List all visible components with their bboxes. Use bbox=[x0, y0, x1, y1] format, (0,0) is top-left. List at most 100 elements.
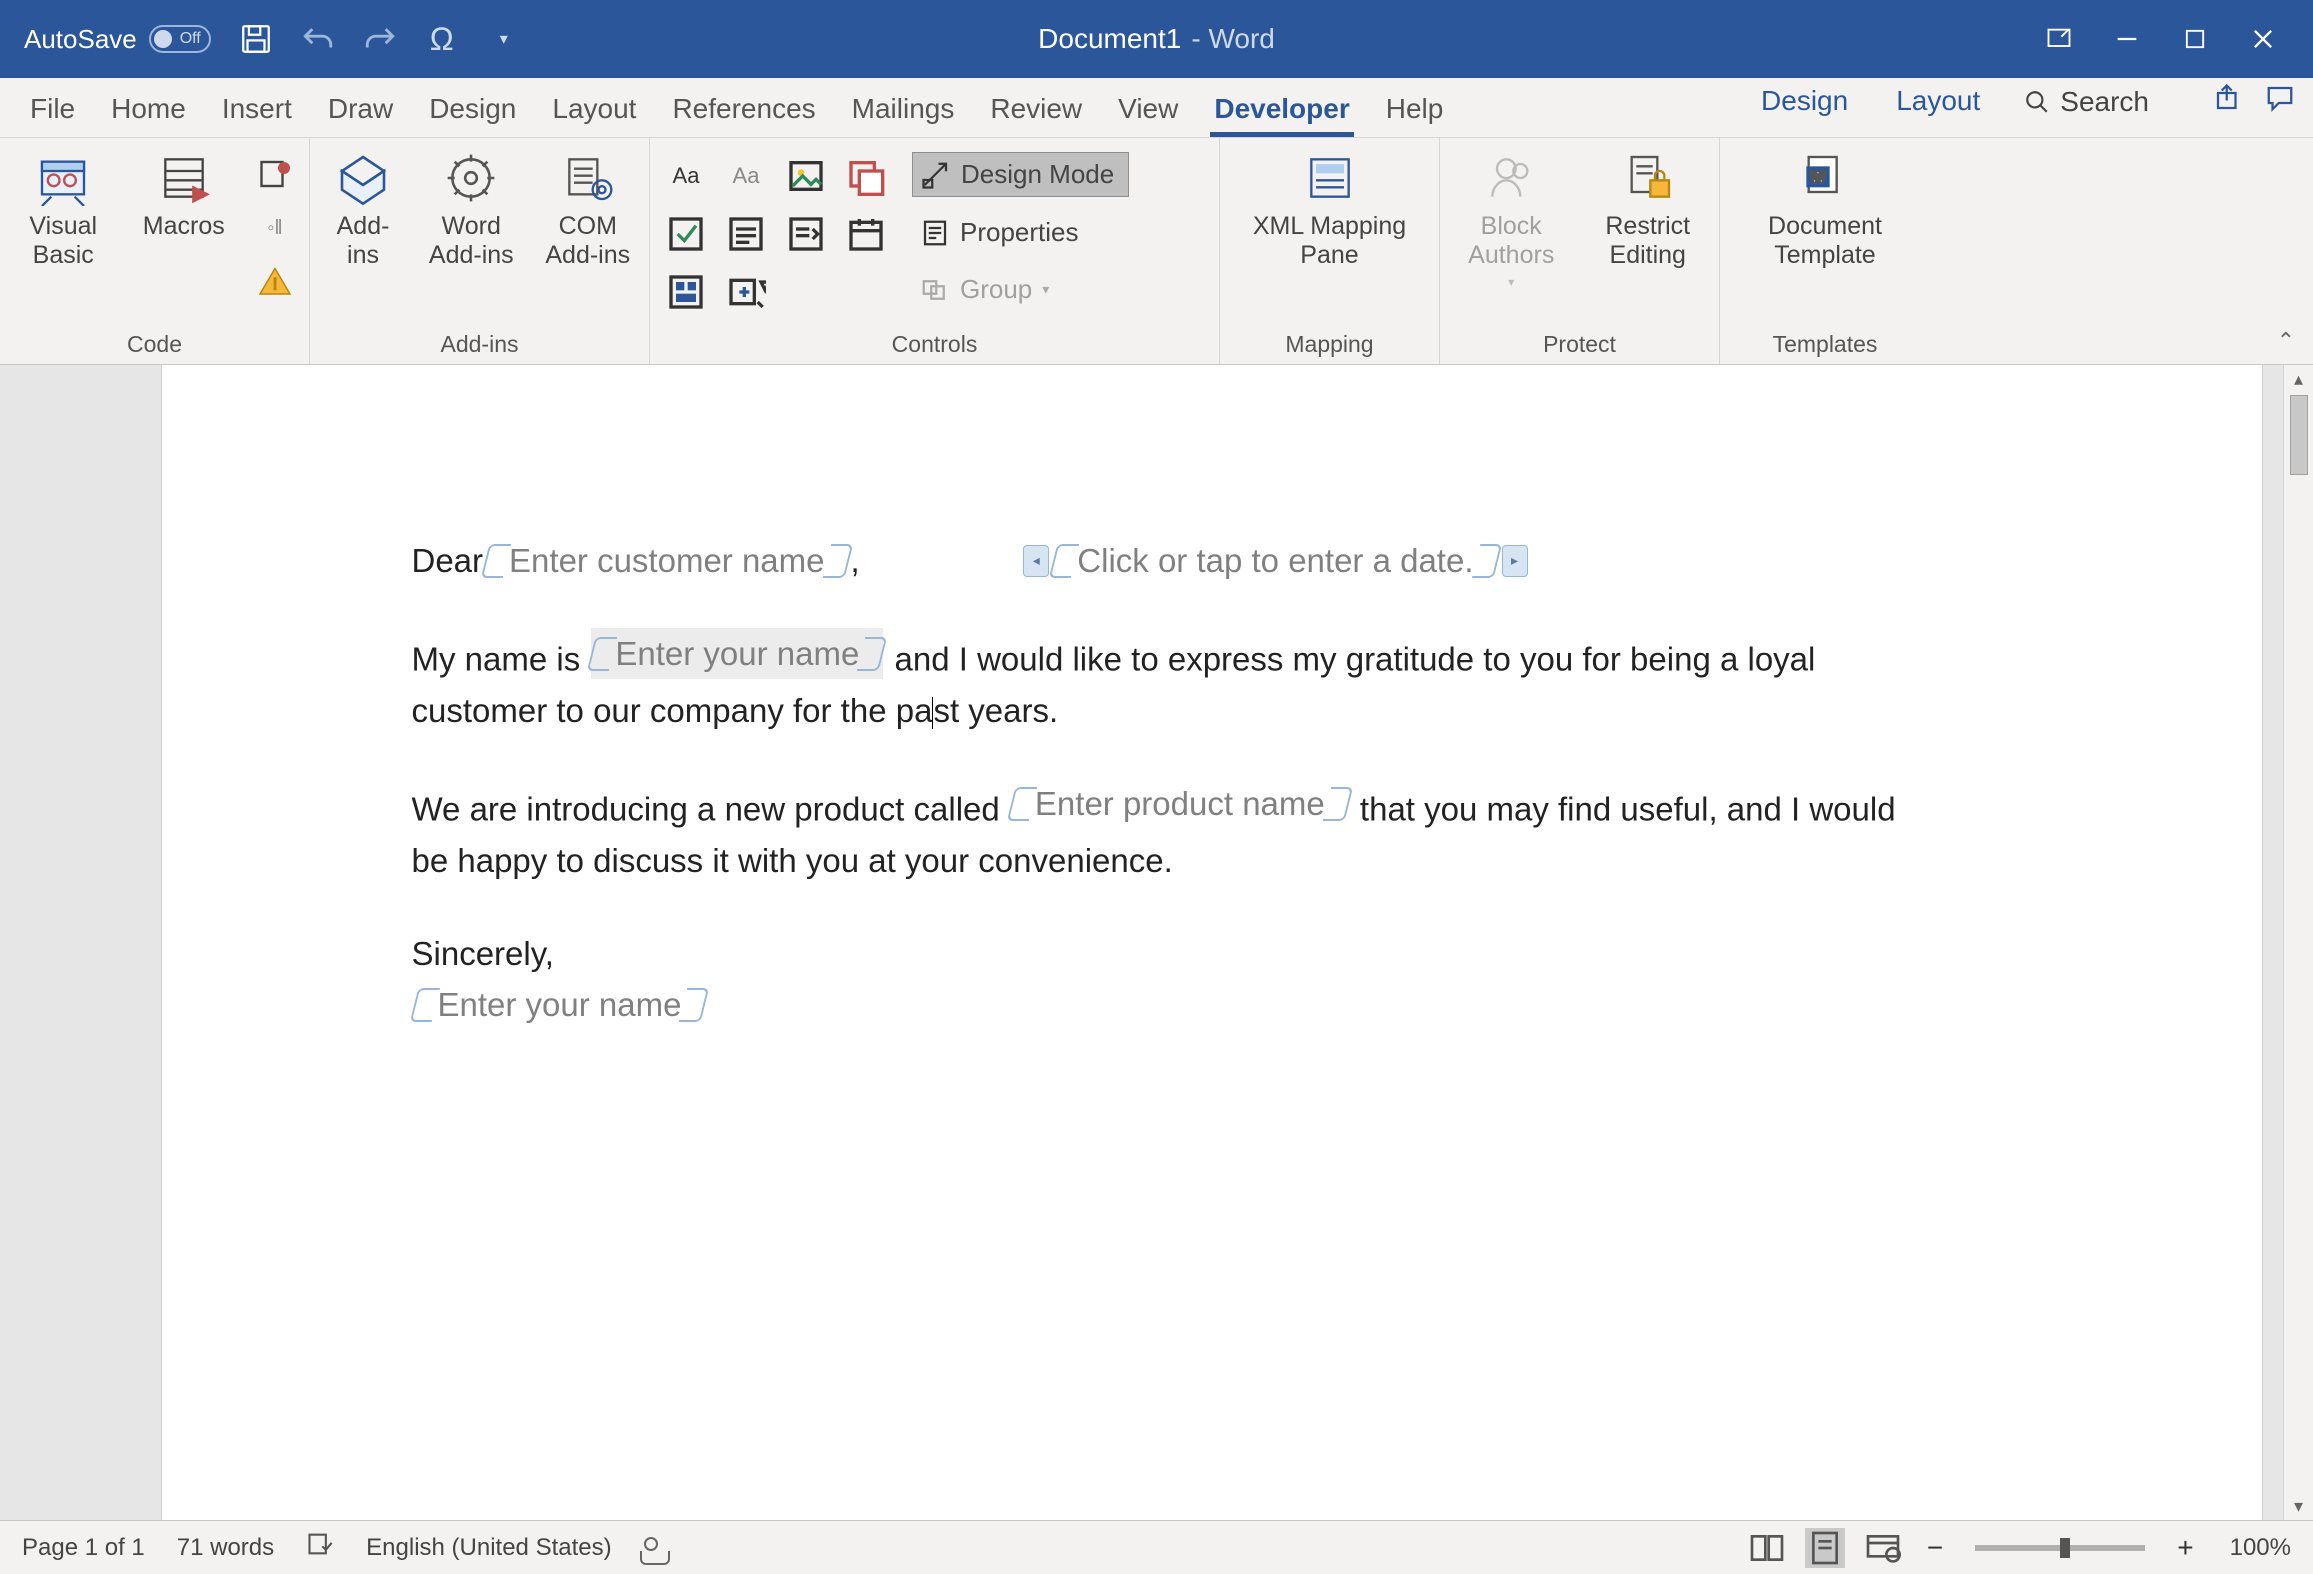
ribbon-primary-tabs: File Home Insert Draw Design Layout Refe… bbox=[26, 78, 1447, 137]
dropdown-control-icon[interactable] bbox=[786, 214, 826, 254]
macro-recording-icon[interactable] bbox=[644, 1530, 658, 1558]
restrict-editing-button[interactable]: Restrict Editing bbox=[1593, 150, 1704, 270]
zoom-level[interactable]: 100% bbox=[2230, 1534, 2291, 1562]
share-icon[interactable] bbox=[2213, 83, 2243, 113]
combobox-control-icon[interactable] bbox=[726, 214, 766, 254]
repeating-section-control-icon[interactable] bbox=[846, 156, 886, 196]
tab-home[interactable]: Home bbox=[107, 83, 190, 137]
cc-handle-right-icon[interactable]: ▸ bbox=[1502, 545, 1528, 577]
mapping-group-label: Mapping bbox=[1236, 327, 1423, 358]
tab-review[interactable]: Review bbox=[986, 83, 1086, 137]
zoom-slider-knob[interactable] bbox=[2060, 1538, 2070, 1558]
content-control-date[interactable]: ◂ Click or tap to enter a date. ▸ bbox=[1019, 535, 1531, 586]
autosave-label: AutoSave bbox=[24, 24, 137, 55]
signoff-line: Sincerely, bbox=[412, 928, 1912, 979]
omega-icon[interactable]: Ω bbox=[425, 22, 459, 56]
legacy-tools-icon[interactable]: ▾ bbox=[726, 272, 766, 312]
restrict-editing-label: Restrict Editing bbox=[1605, 212, 1690, 270]
signature-line: Enter your name bbox=[412, 979, 1912, 1036]
tab-references[interactable]: References bbox=[668, 83, 819, 137]
tab-mailings[interactable]: Mailings bbox=[848, 83, 959, 137]
scroll-thumb[interactable] bbox=[2290, 395, 2308, 475]
document-workspace: Dear Enter customer name , ◂ Click or ta… bbox=[0, 365, 2313, 1520]
content-control-signature[interactable]: Enter your name bbox=[414, 979, 706, 1030]
document-template-button[interactable]: W Document Template bbox=[1740, 150, 1910, 270]
ribbon: Visual Basic Macros ◦ǁ ! Code Add- bbox=[0, 138, 2313, 365]
checkbox-control-icon[interactable] bbox=[666, 214, 706, 254]
protect-group-label: Protect bbox=[1456, 327, 1703, 358]
read-mode-icon[interactable] bbox=[1747, 1528, 1787, 1568]
document-name: Document1 bbox=[1038, 23, 1181, 55]
save-icon[interactable] bbox=[239, 22, 273, 56]
plain-text-control-icon[interactable]: Aa bbox=[726, 156, 766, 196]
xml-mapping-pane-button[interactable]: XML Mapping Pane bbox=[1240, 150, 1420, 270]
tab-contextual-layout[interactable]: Layout bbox=[1892, 75, 1984, 129]
com-addins-button[interactable]: COM Add-ins bbox=[543, 150, 633, 270]
templates-group-label: Templates bbox=[1736, 327, 1914, 358]
word-count[interactable]: 71 words bbox=[177, 1534, 274, 1562]
page-indicator[interactable]: Page 1 of 1 bbox=[22, 1534, 145, 1562]
cc-bracket-right-icon bbox=[822, 544, 852, 578]
collapse-ribbon-icon[interactable]: ⌃ bbox=[2277, 328, 2295, 354]
redo-icon[interactable] bbox=[363, 22, 397, 56]
content-control-customer-name[interactable]: Enter customer name bbox=[485, 535, 848, 586]
tab-insert[interactable]: Insert bbox=[218, 83, 296, 137]
ribbon-group-templates: W Document Template Templates bbox=[1720, 138, 1930, 364]
zoom-slider[interactable] bbox=[1975, 1545, 2145, 1551]
vertical-scrollbar[interactable]: ▴ ▾ bbox=[2283, 365, 2313, 1520]
search-box[interactable]: Search bbox=[2024, 86, 2149, 118]
tab-file[interactable]: File bbox=[26, 83, 79, 137]
text-dear: Dear bbox=[412, 535, 484, 586]
page-scroll-area[interactable]: Dear Enter customer name , ◂ Click or ta… bbox=[0, 365, 2283, 1520]
word-addins-button[interactable]: Word Add-ins bbox=[426, 150, 516, 270]
tab-developer[interactable]: Developer bbox=[1210, 83, 1353, 137]
design-mode-button[interactable]: Design Mode bbox=[912, 152, 1129, 197]
code-side-buttons: ◦ǁ ! bbox=[257, 150, 293, 300]
macros-button[interactable]: Macros bbox=[137, 150, 232, 241]
cc-handle-left-icon[interactable]: ◂ bbox=[1023, 545, 1049, 577]
rich-text-control-icon[interactable]: Aa bbox=[666, 156, 706, 196]
toggle-switch-off[interactable]: Off bbox=[149, 25, 211, 53]
close-icon[interactable] bbox=[2249, 25, 2277, 53]
tab-design[interactable]: Design bbox=[425, 83, 520, 137]
tab-contextual-design[interactable]: Design bbox=[1757, 75, 1852, 129]
record-macro-icon[interactable] bbox=[257, 156, 293, 192]
scroll-down-icon[interactable]: ▾ bbox=[2284, 1492, 2313, 1520]
pause-recording-icon[interactable]: ◦ǁ bbox=[257, 210, 293, 246]
picture-control-icon[interactable] bbox=[786, 156, 826, 196]
qat-customize-icon[interactable]: ▾ bbox=[487, 22, 521, 56]
tab-layout[interactable]: Layout bbox=[548, 83, 640, 137]
undo-icon[interactable] bbox=[301, 22, 335, 56]
properties-button[interactable]: Properties bbox=[912, 211, 1129, 254]
visual-basic-button[interactable]: Visual Basic bbox=[16, 150, 111, 270]
tab-help[interactable]: Help bbox=[1382, 83, 1448, 137]
zoom-in-button[interactable]: + bbox=[2171, 1532, 2199, 1564]
addins-button[interactable]: Add- ins bbox=[326, 150, 400, 270]
scroll-up-icon[interactable]: ▴ bbox=[2284, 365, 2313, 393]
maximize-icon[interactable] bbox=[2181, 25, 2209, 53]
minimize-icon[interactable] bbox=[2113, 25, 2141, 53]
word-addins-label: Word Add-ins bbox=[429, 212, 514, 270]
ribbon-display-options-icon[interactable] bbox=[2045, 25, 2073, 53]
spellcheck-icon[interactable] bbox=[306, 1530, 334, 1565]
document-page[interactable]: Dear Enter customer name , ◂ Click or ta… bbox=[162, 365, 2262, 1520]
text: My name is bbox=[412, 641, 590, 678]
control-invisible-spacer bbox=[786, 272, 826, 312]
block-authors-button[interactable]: Block Authors ▾ bbox=[1456, 150, 1567, 289]
content-control-product-name[interactable]: Enter product name bbox=[1011, 778, 1349, 829]
tab-view[interactable]: View bbox=[1114, 83, 1182, 137]
print-layout-icon[interactable] bbox=[1805, 1528, 1845, 1568]
language-indicator[interactable]: English (United States) bbox=[366, 1534, 611, 1562]
zoom-out-button[interactable]: − bbox=[1921, 1532, 1949, 1564]
autosave-toggle[interactable]: AutoSave Off bbox=[24, 24, 211, 55]
controls-group-label: Controls bbox=[666, 327, 1203, 358]
ribbon-group-controls: Aa Aa ▾ bbox=[650, 138, 1220, 364]
macro-security-icon[interactable]: ! bbox=[257, 264, 293, 300]
comments-icon[interactable] bbox=[2265, 83, 2295, 113]
content-control-your-name[interactable]: Enter your name bbox=[591, 628, 883, 679]
building-block-control-icon[interactable] bbox=[666, 272, 706, 312]
date-picker-control-icon[interactable] bbox=[846, 214, 886, 254]
group-button[interactable]: Group ▾ bbox=[912, 268, 1129, 311]
tab-draw[interactable]: Draw bbox=[324, 83, 397, 137]
web-layout-icon[interactable] bbox=[1863, 1528, 1903, 1568]
